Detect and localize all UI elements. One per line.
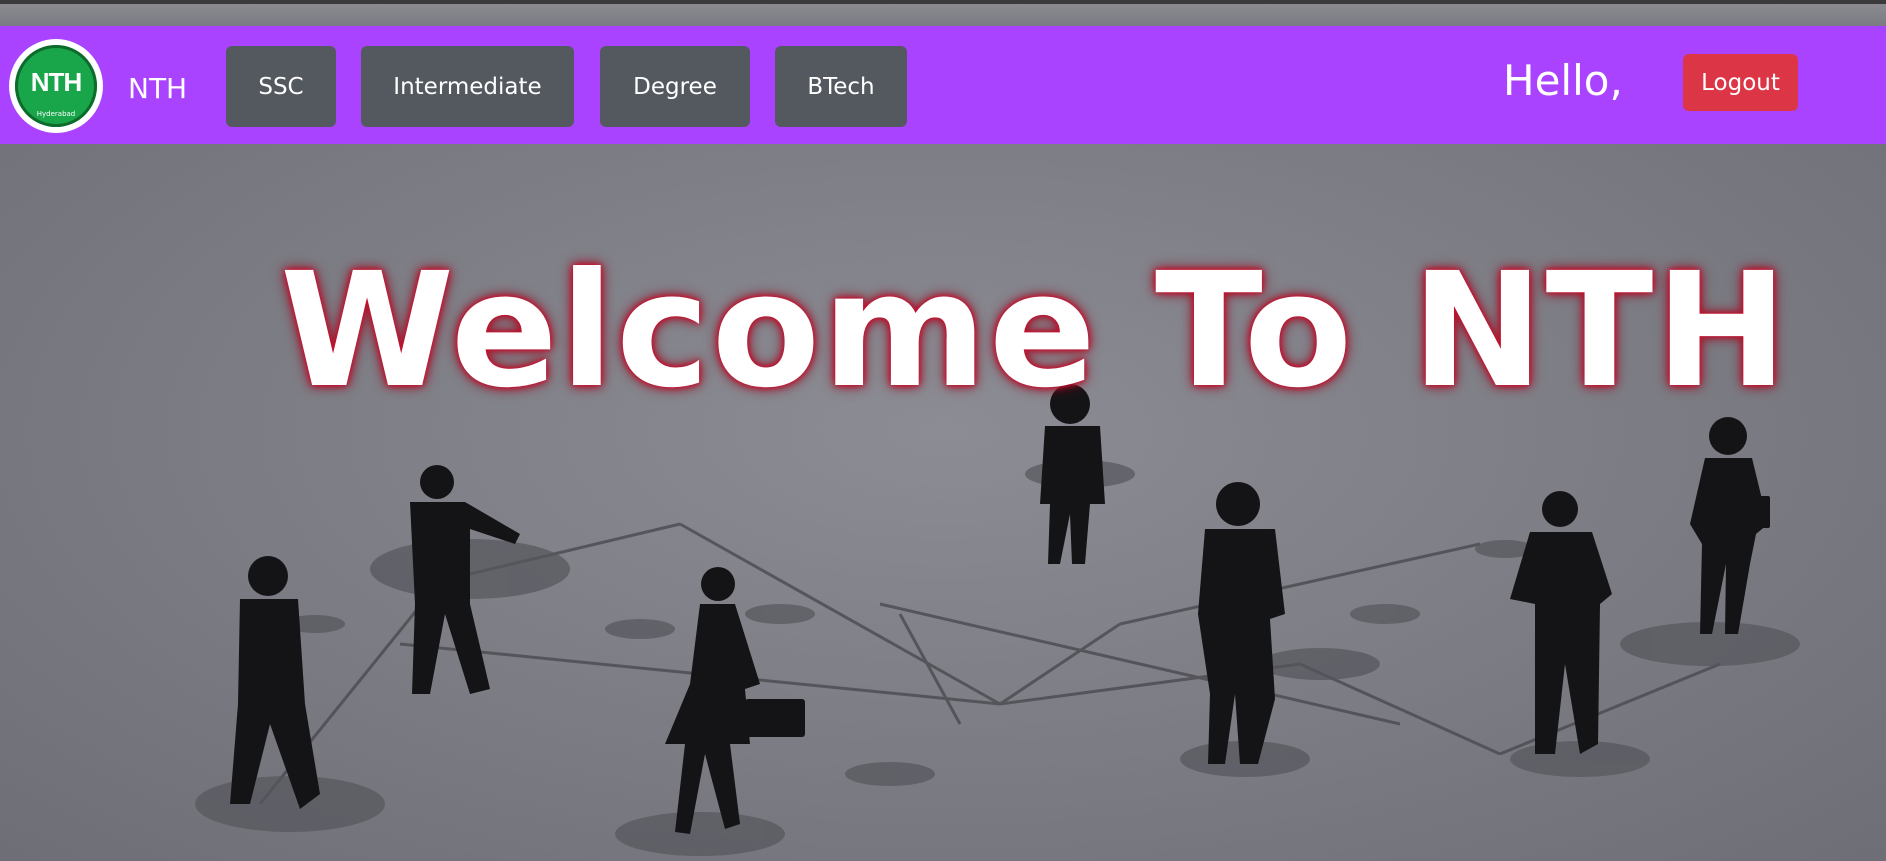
navbar: NTH Hyderabad NTH SSC Intermediate Degre… [0, 26, 1886, 144]
nav-button-ssc[interactable]: SSC [226, 46, 336, 127]
hero-title: Welcome To NTH [280, 239, 1790, 423]
logout-button[interactable]: Logout [1683, 54, 1798, 111]
logo-text: NTH [30, 66, 82, 97]
nav-button-intermediate[interactable]: Intermediate [361, 46, 574, 127]
brand-name[interactable]: NTH [128, 72, 187, 105]
nav-button-btech[interactable]: BTech [775, 46, 907, 127]
user-greeting: Hello, [1503, 56, 1623, 105]
logo-badge: NTH Hyderabad [15, 45, 97, 127]
browser-top-strip [0, 0, 1886, 26]
logo-ring-text: Hyderabad [36, 110, 76, 118]
nav-button-degree[interactable]: Degree [600, 46, 750, 127]
hero-banner: Welcome To NTH [0, 144, 1886, 861]
nth-logo[interactable]: NTH Hyderabad [9, 39, 103, 133]
